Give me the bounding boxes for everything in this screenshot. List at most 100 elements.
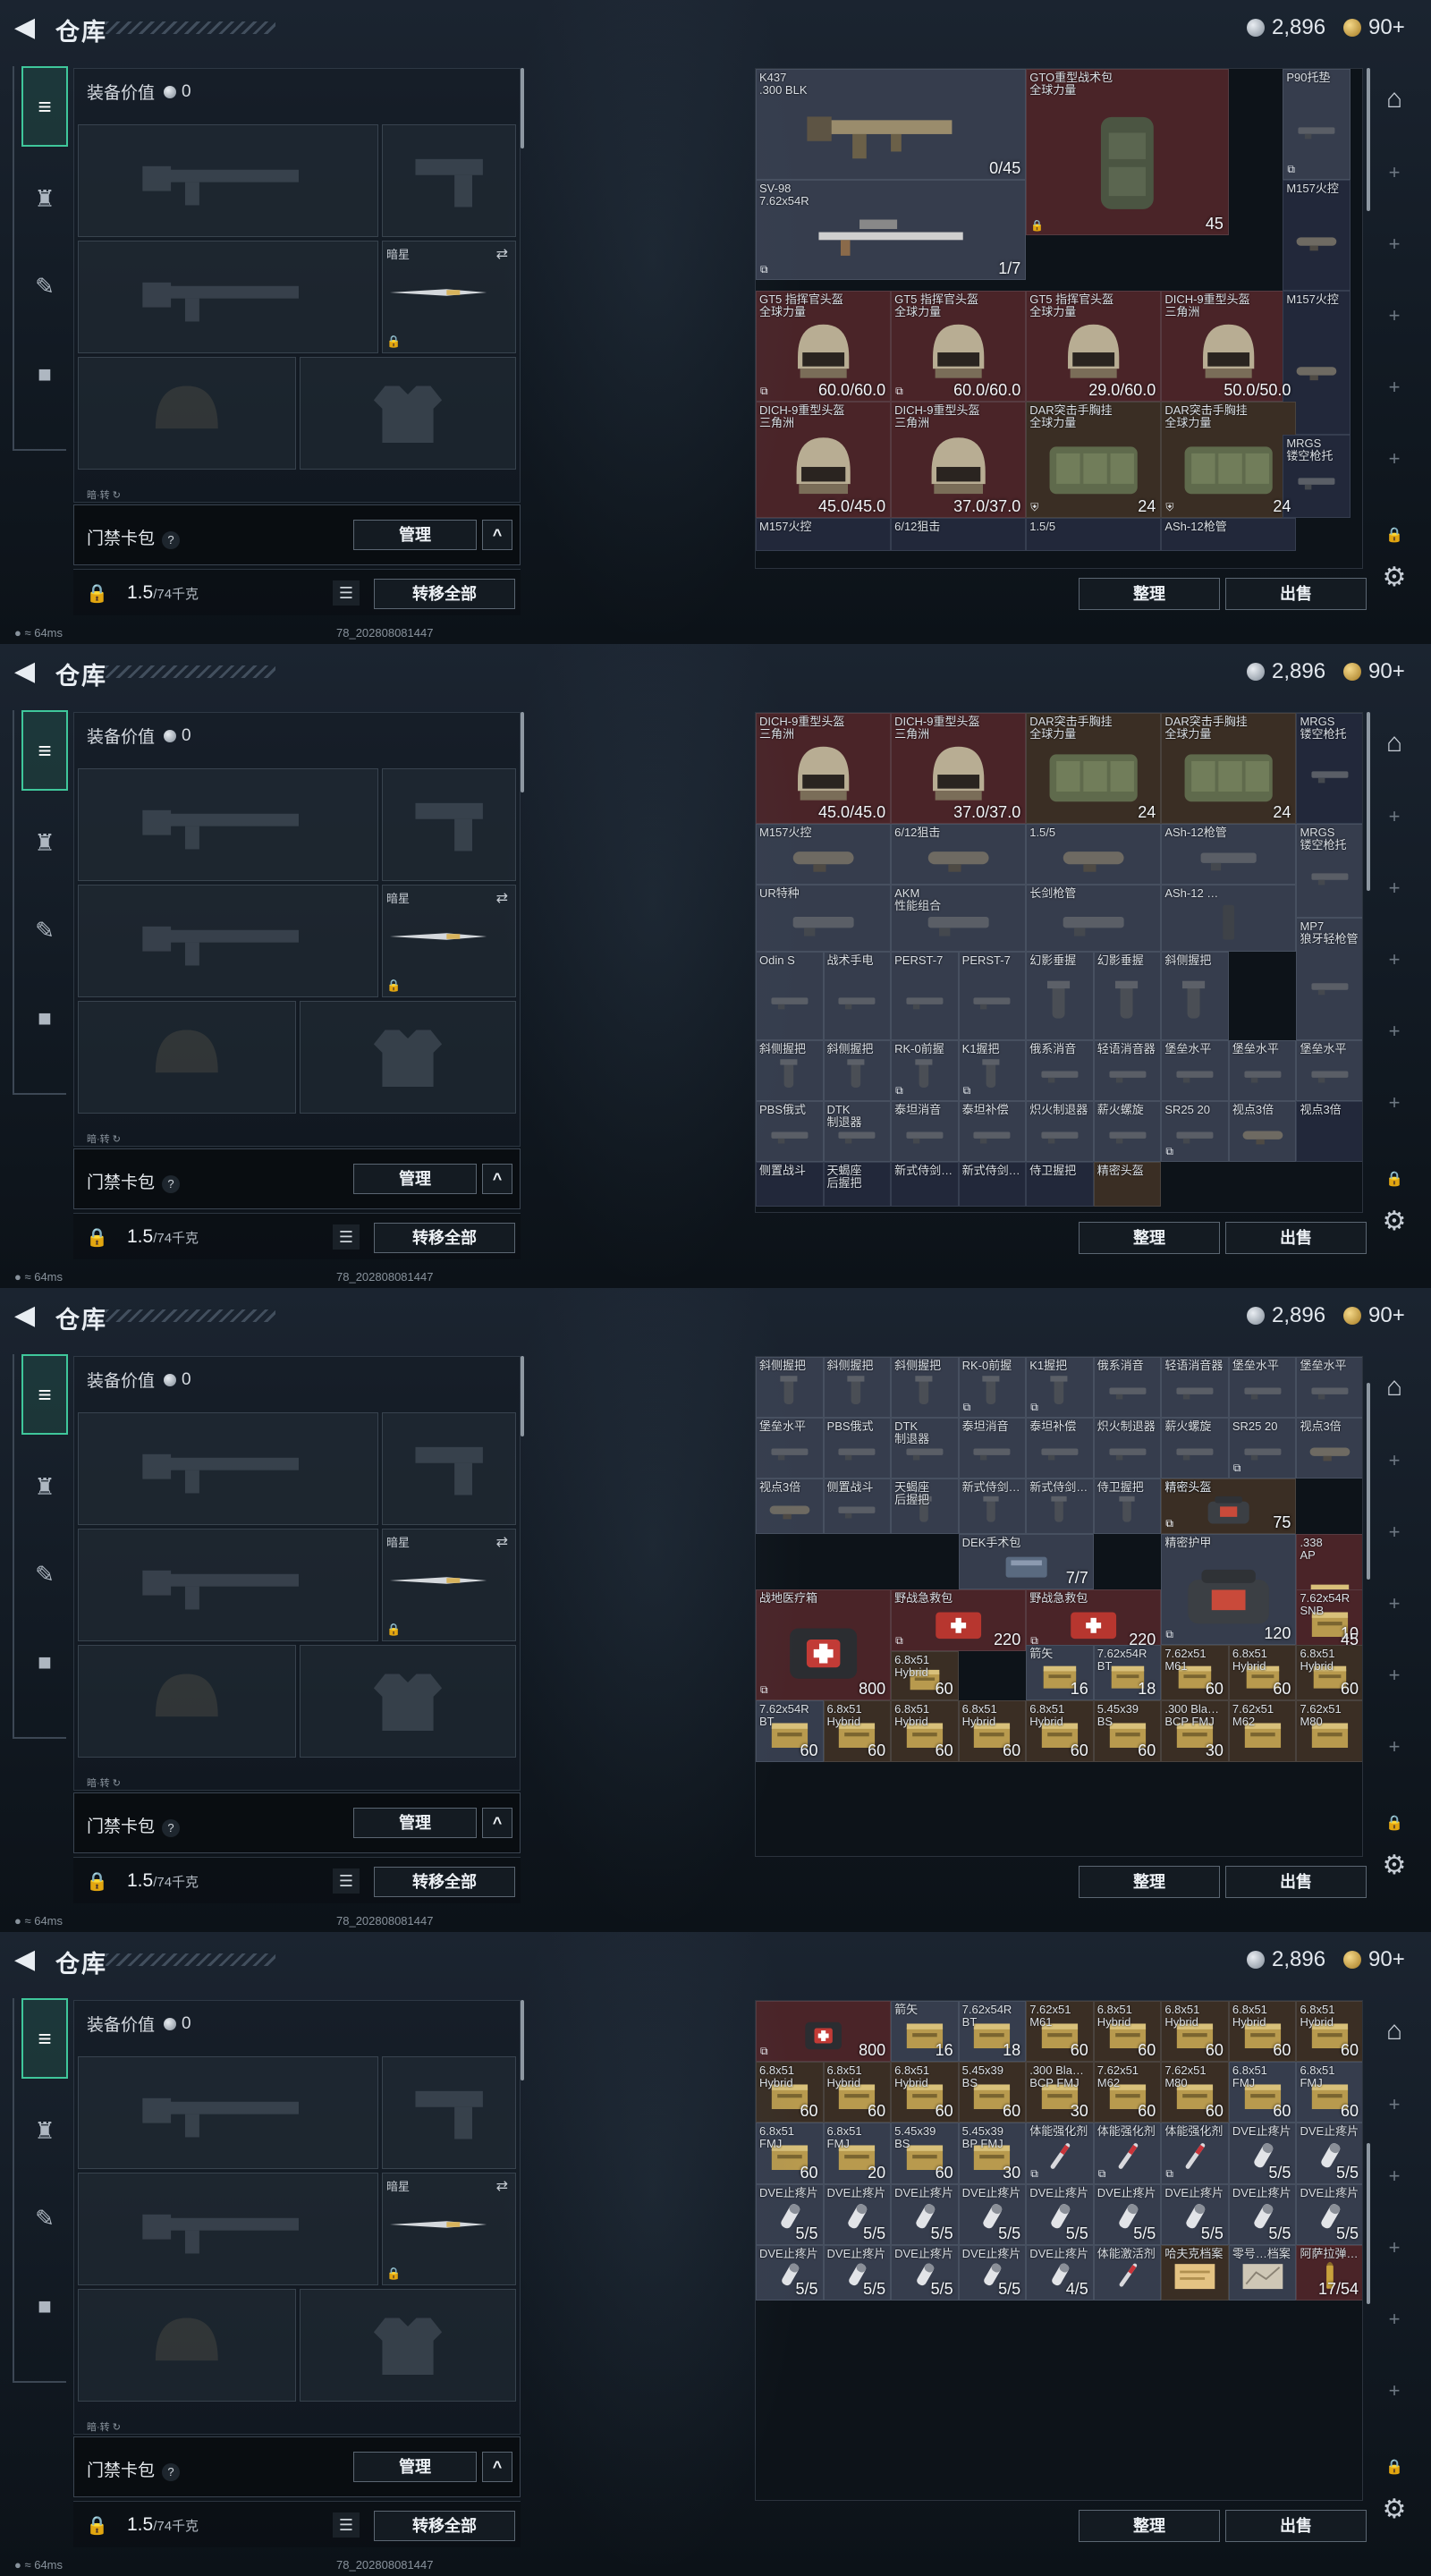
- stash-item[interactable]: ASh-12枪管: [1161, 518, 1297, 552]
- nav-armor[interactable]: ♜: [21, 175, 68, 222]
- manage-button[interactable]: 管理: [353, 2452, 477, 2482]
- transfer-all-button[interactable]: 转移全部: [374, 1223, 515, 1253]
- stash-item[interactable]: 6.8x51 Hybrid 60: [1296, 1645, 1362, 1701]
- stash-item[interactable]: K1握把 ⧉: [958, 1039, 1027, 1101]
- gold-currency[interactable]: 90+: [1343, 1947, 1405, 1971]
- stash-item[interactable]: DAR突击手胸挂 全球力量 24: [1026, 713, 1162, 824]
- stash-item[interactable]: 精密护甲 120 ⧉: [1161, 1534, 1297, 1646]
- stash-item[interactable]: 6/12狙击: [891, 824, 1027, 886]
- list-view-icon[interactable]: ☰: [333, 2512, 360, 2538]
- stash-item[interactable]: K437 .300 BLK 0/45: [756, 69, 1027, 180]
- stash-item[interactable]: 6.8x51 Hybrid 60: [1296, 2001, 1362, 2063]
- swap-icon[interactable]: ⇄: [496, 1533, 508, 1551]
- gold-currency[interactable]: 90+: [1343, 1303, 1405, 1327]
- stash-item[interactable]: 轻语消音器: [1161, 1357, 1229, 1419]
- nav-tasks[interactable]: ✎: [21, 2195, 68, 2241]
- stash-item[interactable]: DVE止疼片 5/5: [1093, 2183, 1162, 2245]
- stash-item[interactable]: 5.45x39 BS 60: [891, 2123, 959, 2184]
- stash-item[interactable]: DVE止疼片 5/5: [823, 2183, 892, 2245]
- stash-item[interactable]: SR25 20 ⧉: [1161, 1101, 1229, 1163]
- manage-button[interactable]: 管理: [353, 1808, 477, 1838]
- stash-item[interactable]: 战术手电: [823, 951, 892, 1040]
- collapse-button[interactable]: ^: [482, 2452, 512, 2482]
- help-icon[interactable]: ?: [162, 1175, 181, 1193]
- stash-item[interactable]: 6.8x51 Hybrid 60: [891, 1650, 959, 1701]
- stash-item[interactable]: 800 ⧉: [756, 2001, 892, 2063]
- stash-item[interactable]: 俄系消音: [1093, 1357, 1162, 1419]
- stash-item[interactable]: PERST-7: [891, 951, 959, 1040]
- stash-item[interactable]: 6.8x51 Hybrid 60: [1093, 2001, 1162, 2063]
- stash-item[interactable]: DICH-9重型头盔 三角洲 45.0/45.0: [756, 713, 892, 824]
- stash-item[interactable]: DEK手术包 7/7: [958, 1534, 1094, 1590]
- stash-item[interactable]: DTK 制退器: [823, 1101, 892, 1163]
- back-button[interactable]: ◀: [14, 658, 39, 685]
- list-view-icon[interactable]: ☰: [333, 1868, 360, 1894]
- stash-item[interactable]: 6.8x51 Hybrid 60: [891, 1700, 959, 1762]
- stash-item[interactable]: 6.8x51 Hybrid 60: [823, 1700, 892, 1762]
- stash-item[interactable]: 侍卫握把: [1026, 1162, 1094, 1207]
- stash-item[interactable]: 幻影垂握: [1026, 951, 1094, 1040]
- stash-item[interactable]: 6.8x51 Hybrid 60: [1161, 2001, 1229, 2063]
- stash-item[interactable]: 堡垒水平: [1228, 1039, 1297, 1101]
- stash-item[interactable]: M157火控: [1283, 180, 1351, 291]
- add-tab-icon[interactable]: +: [1376, 161, 1413, 184]
- stash-item[interactable]: 7.62x51 M61 60: [1026, 2001, 1094, 2063]
- stash-item[interactable]: 7.62x51 M61 60: [1161, 1645, 1229, 1701]
- stash-item[interactable]: 6.8x51 Hybrid 60: [958, 1700, 1027, 1762]
- stash-item[interactable]: 视点3倍: [1228, 1101, 1297, 1163]
- melee-slot[interactable]: 暗星 ⇄ 🔒: [382, 1529, 516, 1641]
- stash-item[interactable]: ASh-12 …: [1161, 885, 1297, 952]
- add-tab-icon[interactable]: +: [1376, 877, 1413, 900]
- nav-weapons[interactable]: ≡: [21, 710, 68, 791]
- stash-item[interactable]: 堡垒水平: [1296, 1039, 1362, 1101]
- nav-inventory[interactable]: ■: [21, 995, 68, 1041]
- stash-item[interactable]: 新式侍剑…: [1026, 1479, 1094, 1535]
- stash-item[interactable]: 6.8x51 Hybrid 60: [1228, 2001, 1297, 2063]
- stash-item[interactable]: 1.5/5: [1026, 824, 1162, 886]
- stash-item[interactable]: 体能强化剂 ⧉: [1161, 2123, 1229, 2184]
- add-tab-icon[interactable]: +: [1376, 1020, 1413, 1043]
- secondary-weapon-slot[interactable]: [78, 1529, 378, 1641]
- stash-item[interactable]: 6.8x51 FMJ 60: [1228, 2062, 1297, 2123]
- add-tab-icon[interactable]: +: [1376, 1664, 1413, 1687]
- back-button[interactable]: ◀: [14, 1302, 39, 1329]
- helmet-slot[interactable]: [78, 357, 296, 470]
- add-tab-icon[interactable]: +: [1376, 2165, 1413, 2188]
- stash-item[interactable]: .300 Bla… BCP FMJ 30: [1161, 1700, 1229, 1762]
- stash-item[interactable]: 新式侍剑…: [958, 1162, 1027, 1207]
- nav-inventory[interactable]: ■: [21, 2283, 68, 2329]
- helmet-slot[interactable]: [78, 1645, 296, 1758]
- pistol-slot[interactable]: [382, 1412, 516, 1525]
- stash-item[interactable]: 箭矢 16: [891, 2001, 959, 2063]
- stash-scrollbar[interactable]: [1367, 1383, 1370, 1580]
- stash-item[interactable]: DICH-9重型头盔 三角洲 37.0/37.0: [891, 713, 1027, 824]
- stash-item[interactable]: 侧置战斗: [823, 1479, 892, 1535]
- stash-item[interactable]: 7.62x54R BT 18: [1093, 1645, 1162, 1701]
- stash-item[interactable]: AKM 性能组合: [891, 885, 1027, 952]
- transfer-all-button[interactable]: 转移全部: [374, 1867, 515, 1897]
- stash-item[interactable]: 精密头盔: [1093, 1162, 1162, 1207]
- melee-slot[interactable]: 暗星 ⇄ 🔒: [382, 241, 516, 353]
- pistol-slot[interactable]: [382, 124, 516, 237]
- melee-slot[interactable]: 暗星 ⇄ 🔒: [382, 885, 516, 997]
- stash-item[interactable]: DICH-9重型头盔 三角洲 45.0/45.0: [756, 402, 892, 519]
- stash-item[interactable]: Odin S: [756, 951, 824, 1040]
- stash-item[interactable]: 天蝎座 后握把: [891, 1479, 959, 1535]
- stash-item[interactable]: 斜侧握把: [823, 1039, 892, 1101]
- sell-button[interactable]: 出售: [1225, 578, 1367, 610]
- stash-item[interactable]: 堡垒水平: [1228, 1357, 1297, 1419]
- nav-armor[interactable]: ♜: [21, 1463, 68, 1510]
- add-tab-icon[interactable]: +: [1376, 2308, 1413, 2331]
- stash-item[interactable]: 7.62x51 M62 60: [1093, 2062, 1162, 2123]
- stash-item[interactable]: GT5 指挥官头盔 全球力量 60.0/60.0 ⧉: [891, 291, 1027, 402]
- collapse-button[interactable]: ^: [482, 1164, 512, 1194]
- sort-button[interactable]: 整理: [1079, 2510, 1220, 2542]
- manage-button[interactable]: 管理: [353, 520, 477, 550]
- pistol-slot[interactable]: [382, 768, 516, 881]
- stash-item[interactable]: 堡垒水平: [1161, 1039, 1229, 1101]
- nav-inventory[interactable]: ■: [21, 1639, 68, 1685]
- add-tab-icon[interactable]: +: [1376, 376, 1413, 399]
- stash-item[interactable]: 堡垒水平: [756, 1418, 824, 1479]
- add-tab-icon[interactable]: +: [1376, 2379, 1413, 2402]
- list-view-icon[interactable]: ☰: [333, 1224, 360, 1250]
